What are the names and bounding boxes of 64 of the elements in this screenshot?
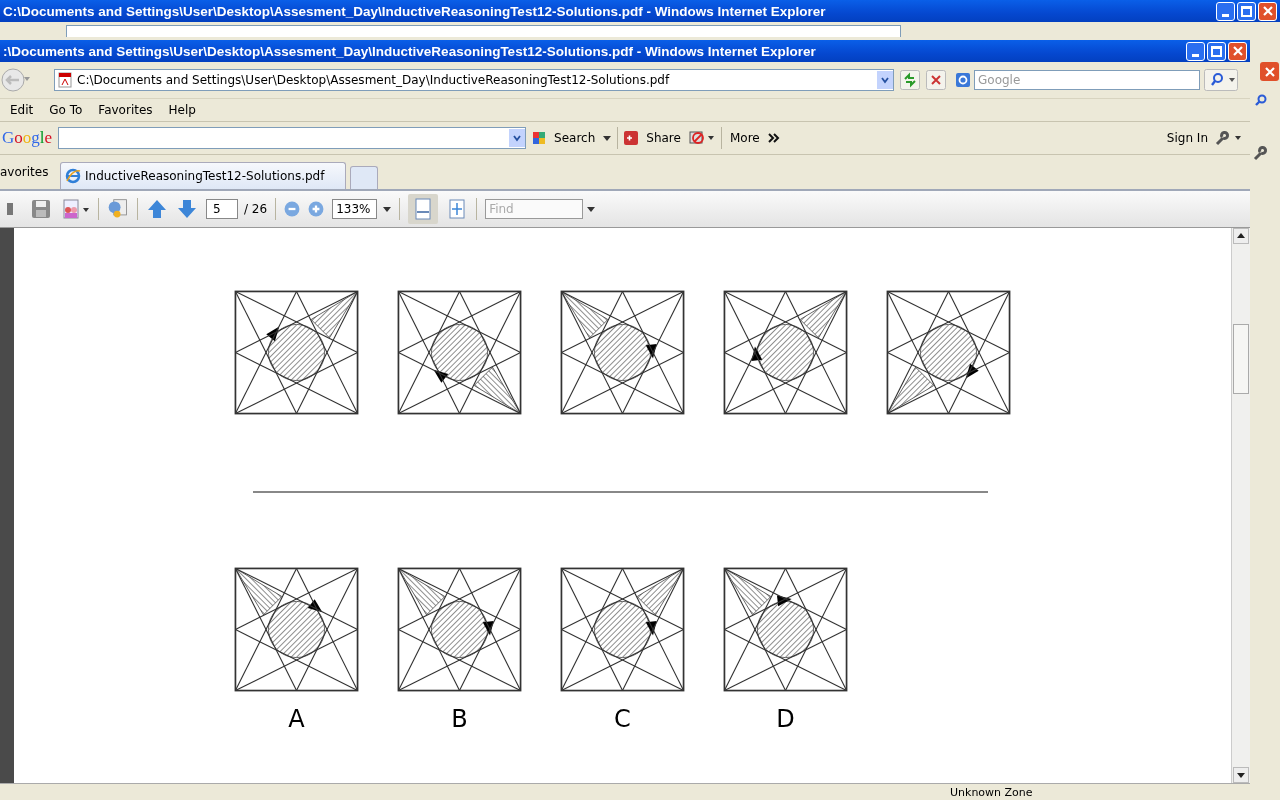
answer-label: B [451,705,468,733]
caret-icon[interactable] [603,135,612,141]
search-button[interactable] [1204,69,1238,91]
stop-button[interactable] [926,70,946,90]
menu-item[interactable]: Help [160,103,204,117]
wrench-icon[interactable] [1214,130,1242,146]
search-button[interactable]: Search [552,131,598,145]
menu-item[interactable]: Edit [2,103,42,117]
close-icon[interactable] [1262,6,1273,16]
more-button[interactable]: More [727,131,762,145]
dropdown-button[interactable] [877,71,893,89]
save-icon[interactable] [30,198,52,220]
menu-item[interactable]: Favorites [90,103,161,117]
window-title: C:\Documents and Settings\User\Desktop\Assesment_Day\InductiveReasoningTest12-Solutions.pdf - Windows Internet Explorer [2,3,827,19]
browser-icon [65,168,81,184]
favorites-label[interactable]: avorites [0,165,56,179]
zoom-out-icon[interactable] [284,201,301,217]
caret-icon[interactable] [587,206,596,212]
close-button[interactable] [1258,1,1277,21]
answer-label: A [288,705,305,733]
menu-item[interactable]: Go To [41,103,91,117]
search-icon[interactable] [1254,93,1268,107]
zoom-in-icon[interactable] [308,201,325,217]
people-icon[interactable] [60,198,90,220]
search-field[interactable]: Google [974,70,1200,90]
pdf-file-icon [58,72,72,88]
caret-icon[interactable] [383,206,392,212]
double-chevron-icon[interactable] [767,133,780,143]
minimize-button[interactable] [1216,1,1235,21]
blocked-popup-icon[interactable] [688,130,715,146]
down-arrow-icon[interactable] [176,198,198,220]
page-count: / 26 [244,202,268,216]
browser-tab[interactable]: InductiveReasoningTest12-Solutions.pdf [60,162,346,189]
globe-document-icon[interactable] [107,198,129,220]
minimize-button[interactable] [1186,41,1205,61]
fit-width-button[interactable] [408,194,439,224]
share-button[interactable]: Share [644,131,683,145]
close-button[interactable] [1260,62,1279,81]
page-number-field[interactable]: 5 [206,199,238,219]
scroll-down-button[interactable] [1233,767,1249,783]
scroll-thumb[interactable] [1233,324,1249,394]
answer-label: C [614,705,631,733]
security-zone: Unknown Zone [950,785,1034,799]
colored-squares-icon[interactable] [532,131,547,145]
address-text: C:\Documents and Settings\User\Desktop\Assesment_Day\InductiveReasoningTest12-Solutions.pdf [77,73,671,87]
restore-button[interactable] [1207,41,1226,61]
scroll-up-button[interactable] [1233,228,1249,244]
close-icon[interactable] [1232,46,1243,56]
window-title: :\Documents and Settings\User\Desktop\Assesment_Day\InductiveReasoningTest12-Solutions.pdf - Windows Internet Explorer [2,43,817,59]
restore-button[interactable] [1237,1,1256,21]
answer-label: D [776,705,795,733]
up-arrow-icon[interactable] [146,198,168,220]
google-icon [956,73,970,87]
address-field[interactable]: C:\Documents and Settings\User\Desktop\Assesment_Day\InductiveReasoningTest12-Solutions.pdf [54,69,894,91]
plus-icon[interactable] [624,131,639,145]
wrench-icon[interactable] [1252,145,1268,161]
sign-in-link[interactable]: Sign In [1166,131,1208,145]
close-icon[interactable] [1264,66,1275,77]
zoom-dropdown[interactable]: 133% [332,199,378,219]
address-field[interactable] [66,25,901,37]
find-field[interactable]: Find [485,199,584,219]
refresh-button[interactable] [900,70,920,90]
close-button[interactable] [1228,41,1247,61]
google-logo: Google [1,128,53,148]
